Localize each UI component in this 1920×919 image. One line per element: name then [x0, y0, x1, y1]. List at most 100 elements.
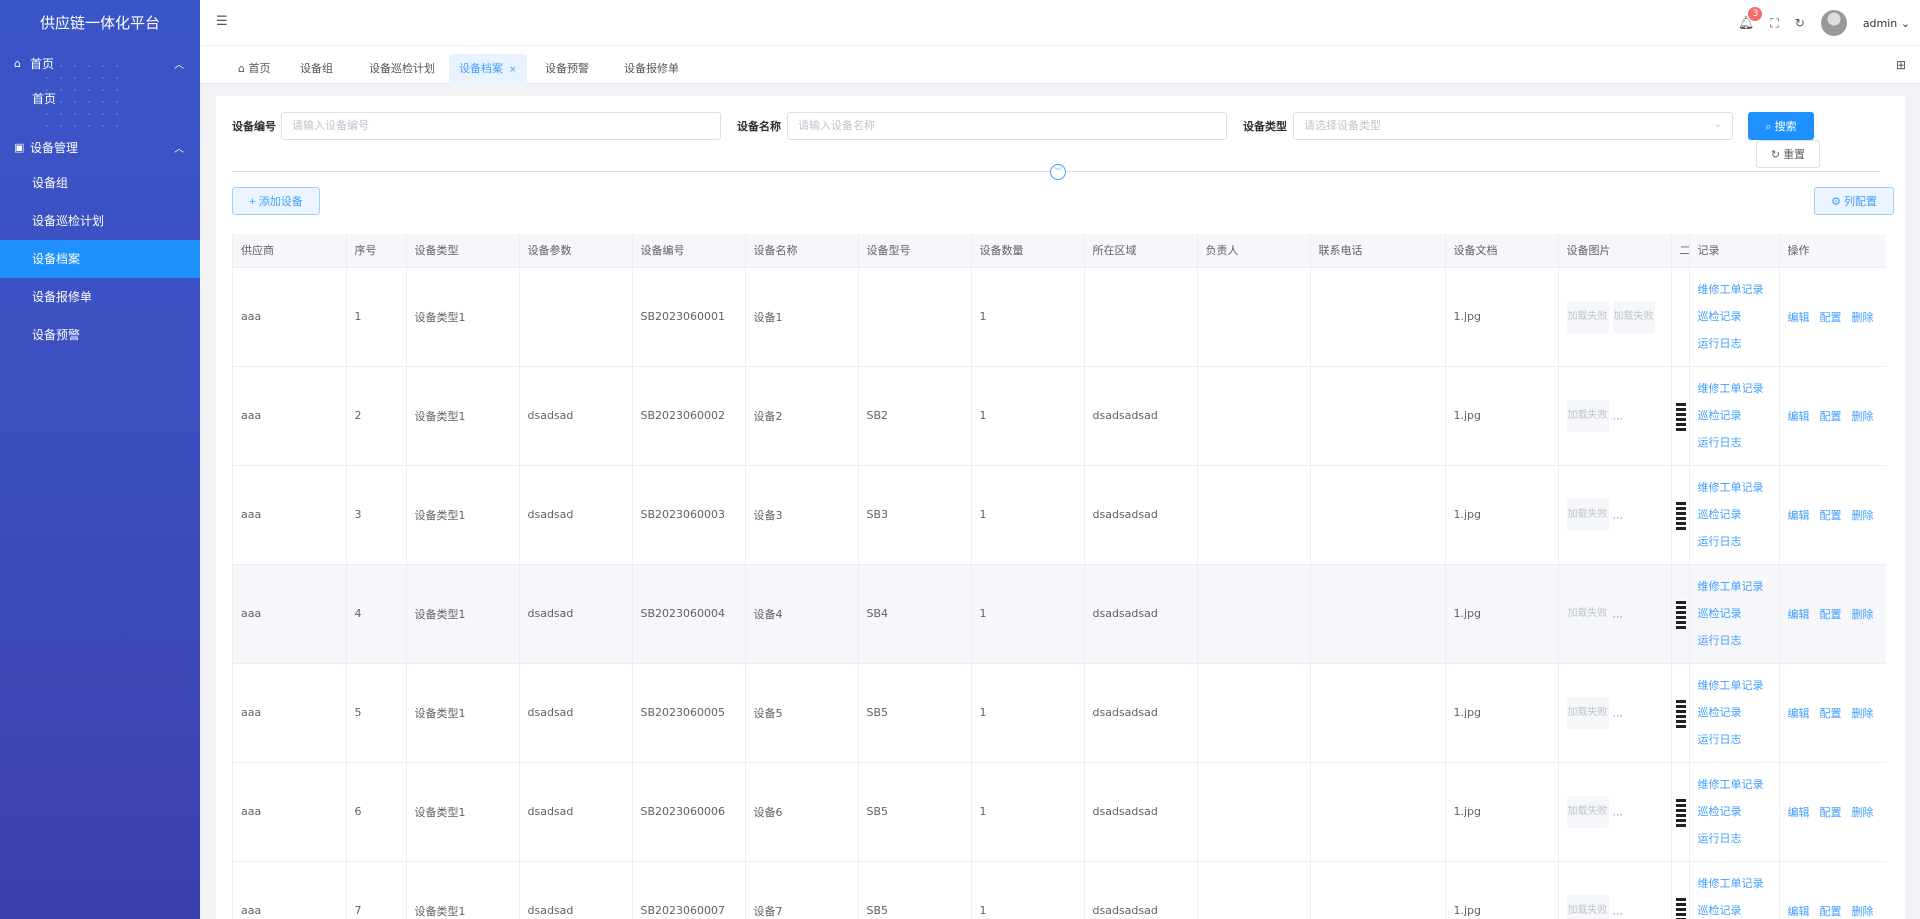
- add-device-label: 添加设备: [258, 196, 303, 208]
- column-config-button[interactable]: ⚙ 列配置: [1814, 187, 1894, 215]
- bell-icon[interactable]: 🔔︎ 3: [1738, 6, 1763, 31]
- sidebar-group-device-management[interactable]: ▣ 设备管理 ︿: [0, 130, 200, 164]
- user-menu[interactable]: admin ⌄: [1863, 17, 1910, 30]
- run-log-link[interactable]: 运行日志: [1698, 825, 1771, 852]
- qrcode-icon[interactable]: [1675, 499, 1686, 530]
- type-input[interactable]: [1294, 113, 1732, 139]
- fullscreen-icon[interactable]: ⛶: [1770, 16, 1778, 31]
- cell-qrcode: [1671, 663, 1690, 763]
- delete-link[interactable]: 删除: [1852, 707, 1874, 720]
- config-link[interactable]: 配置: [1820, 905, 1842, 918]
- delete-link[interactable]: 删除: [1852, 905, 1874, 918]
- config-link[interactable]: 配置: [1820, 509, 1842, 522]
- qrcode-icon[interactable]: [1675, 796, 1686, 827]
- inspection-record-link[interactable]: 巡检记录: [1698, 501, 1771, 528]
- inspection-record-link[interactable]: 巡检记录: [1698, 798, 1771, 825]
- config-link[interactable]: 配置: [1820, 707, 1842, 720]
- tab-device-archive[interactable]: 设备档案 ×: [449, 54, 527, 84]
- tab-inspection-plan[interactable]: 设备巡检计划: [363, 54, 441, 84]
- reset-button[interactable]: ↻ 重置: [1756, 140, 1820, 168]
- image-placeholder[interactable]: 加载失败: [1566, 300, 1609, 333]
- edit-link[interactable]: 编辑: [1788, 509, 1810, 522]
- sidebar-item-repair-order[interactable]: 设备报修单: [0, 278, 200, 316]
- edit-link[interactable]: 编辑: [1788, 806, 1810, 819]
- sidebar-item-device-warning[interactable]: 设备预警: [0, 316, 200, 354]
- image-placeholder[interactable]: 加载失败: [1566, 399, 1609, 432]
- edit-link[interactable]: 编辑: [1788, 410, 1810, 423]
- image-placeholder[interactable]: 加载失败: [1566, 696, 1609, 729]
- repair-record-link[interactable]: 维修工单记录: [1698, 573, 1771, 600]
- run-log-link[interactable]: 运行日志: [1698, 429, 1771, 456]
- inspection-record-link[interactable]: 巡检记录: [1698, 897, 1771, 919]
- delete-link[interactable]: 删除: [1852, 608, 1874, 621]
- name-input[interactable]: [788, 113, 1226, 139]
- edit-link[interactable]: 编辑: [1788, 905, 1810, 918]
- image-placeholder[interactable]: 加载失败: [1566, 795, 1609, 828]
- tab-device-group[interactable]: 设备组: [294, 54, 339, 84]
- inspection-record-link[interactable]: 巡检记录: [1698, 600, 1771, 627]
- delete-link[interactable]: 删除: [1852, 509, 1874, 522]
- delete-link[interactable]: 删除: [1852, 311, 1874, 324]
- delete-link[interactable]: 删除: [1852, 806, 1874, 819]
- avatar[interactable]: [1820, 10, 1847, 36]
- sidebar-item-home[interactable]: 首页: [0, 80, 200, 118]
- close-icon[interactable]: ×: [509, 65, 517, 75]
- tab-repair-order[interactable]: 设备报修单: [618, 54, 685, 84]
- run-log-link[interactable]: 运行日志: [1698, 528, 1771, 555]
- image-placeholder[interactable]: 加载失败: [1566, 894, 1609, 919]
- qrcode-icon[interactable]: [1675, 895, 1686, 919]
- tab-device-warning[interactable]: 设备预警: [539, 54, 595, 84]
- search-button[interactable]: ⌕ 搜索: [1748, 112, 1814, 140]
- sidebar-item-device-group[interactable]: 设备组: [0, 164, 200, 202]
- type-select[interactable]: ⌄: [1293, 112, 1733, 140]
- cell-owner: [1197, 564, 1311, 664]
- run-log-link[interactable]: 运行日志: [1698, 627, 1771, 654]
- config-link[interactable]: 配置: [1820, 410, 1842, 423]
- delete-link[interactable]: 删除: [1852, 410, 1874, 423]
- repair-record-link[interactable]: 维修工单记录: [1698, 276, 1771, 303]
- repair-record-link[interactable]: 维修工单记录: [1698, 474, 1771, 501]
- inspection-record-link[interactable]: 巡检记录: [1698, 699, 1771, 726]
- cell-records: 维修工单记录巡检记录运行日志: [1689, 366, 1780, 466]
- cell-doc: 1.jpg: [1445, 366, 1559, 466]
- sidebar-item-inspection-plan[interactable]: 设备巡检计划: [0, 202, 200, 240]
- grid-icon[interactable]: ⊞: [1896, 58, 1906, 72]
- cell-qty: 1: [971, 366, 1085, 466]
- image-placeholder[interactable]: 加载失败: [1566, 597, 1609, 630]
- repair-record-link[interactable]: 维修工单记录: [1698, 870, 1771, 897]
- edit-link[interactable]: 编辑: [1788, 608, 1810, 621]
- tab-home[interactable]: ⌂ 首页: [232, 54, 276, 84]
- collapse-toggle-icon[interactable]: ﹀: [1050, 164, 1066, 180]
- cell-model: SB3: [858, 465, 972, 565]
- column-header: 设备图片: [1558, 234, 1672, 268]
- image-placeholder[interactable]: 加载失败: [1612, 300, 1655, 333]
- qrcode-icon[interactable]: [1675, 400, 1686, 431]
- inspection-record-link[interactable]: 巡检记录: [1698, 402, 1771, 429]
- edit-link[interactable]: 编辑: [1788, 707, 1810, 720]
- config-link[interactable]: 配置: [1820, 311, 1842, 324]
- more-images-indicator: ...: [1612, 607, 1624, 620]
- search-icon: ⌕: [1765, 121, 1772, 133]
- image-placeholder[interactable]: 加载失败: [1566, 498, 1609, 531]
- qrcode-icon[interactable]: [1675, 697, 1686, 728]
- name-field[interactable]: [787, 112, 1227, 140]
- column-header: 设备类型: [406, 234, 520, 268]
- sidebar-item-device-archive[interactable]: 设备档案: [0, 240, 200, 278]
- column-header: 序号: [346, 234, 407, 268]
- edit-link[interactable]: 编辑: [1788, 311, 1810, 324]
- inspection-record-link[interactable]: 巡检记录: [1698, 303, 1771, 330]
- refresh-icon[interactable]: ↻: [1795, 16, 1805, 30]
- code-input[interactable]: [282, 113, 720, 139]
- repair-record-link[interactable]: 维修工单记录: [1698, 771, 1771, 798]
- repair-record-link[interactable]: 维修工单记录: [1698, 375, 1771, 402]
- run-log-link[interactable]: 运行日志: [1698, 330, 1771, 357]
- code-field[interactable]: [281, 112, 721, 140]
- repair-record-link[interactable]: 维修工单记录: [1698, 672, 1771, 699]
- run-log-link[interactable]: 运行日志: [1698, 726, 1771, 753]
- config-link[interactable]: 配置: [1820, 806, 1842, 819]
- menu-fold-icon[interactable]: ☰: [216, 14, 228, 29]
- add-device-button[interactable]: + 添加设备: [232, 187, 320, 215]
- qrcode-icon[interactable]: [1675, 598, 1686, 629]
- sidebar-group-home[interactable]: ⌂ 首页 ︿: [0, 46, 200, 80]
- config-link[interactable]: 配置: [1820, 608, 1842, 621]
